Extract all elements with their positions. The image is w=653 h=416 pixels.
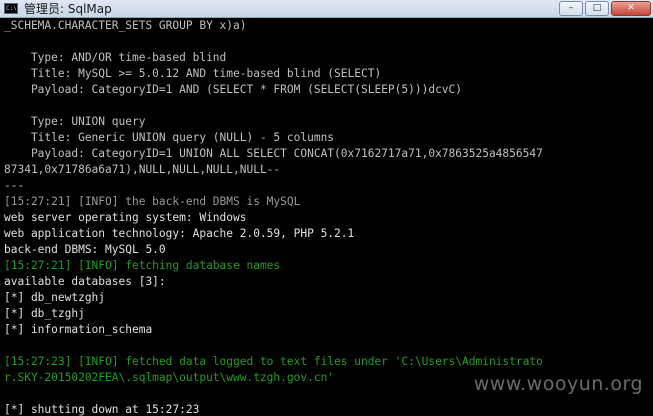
console-line: [*] db_newtzghj [4, 291, 106, 304]
window-controls: – □ ✕ [557, 1, 651, 16]
console-window: C:\ 管理员: SqlMap – □ ✕ _SCHEMA.CHARACTER_… [0, 0, 653, 416]
console-line: web server operating system: Windows [4, 211, 247, 224]
maximize-button[interactable]: □ [585, 1, 609, 16]
window-title: 管理员: SqlMap [24, 2, 112, 16]
console-line: Title: Generic UNION query (NULL) - 5 co… [4, 131, 335, 144]
close-button[interactable]: ✕ [611, 1, 651, 16]
minimize-button[interactable]: – [559, 1, 583, 16]
console-line: Type: AND/OR time-based blind [4, 51, 227, 64]
console-line: --- [4, 179, 25, 192]
console-output[interactable]: _SCHEMA.CHARACTER_SETS GROUP BY x)a) Typ… [4, 18, 649, 416]
console-line: Payload: CategoryID=1 AND (SELECT * FROM… [4, 83, 463, 96]
console-line: [15:27:21] [INFO] fetching database name… [4, 259, 281, 272]
console-line: r.SKY-20150202FEA\.sqlmap\output\www.tzg… [4, 371, 335, 384]
console-line: back-end DBMS: MySQL 5.0 [4, 243, 166, 256]
watermark: www.wooyun.org [473, 373, 643, 395]
title-bar[interactable]: C:\ 管理员: SqlMap – □ ✕ [0, 0, 653, 18]
console-line: web application technology: Apache 2.0.5… [4, 227, 355, 240]
console-line: Type: UNION query [4, 115, 146, 128]
console-line: [15:27:21] [INFO] the back-end DBMS is M… [4, 195, 301, 208]
console-line: [*] information_schema [4, 323, 153, 336]
console-line: _SCHEMA.CHARACTER_SETS GROUP BY x)a) [4, 19, 247, 32]
command-prompt-icon[interactable]: C:\ [4, 3, 18, 14]
console-line: [15:27:23] [INFO] fetched data logged to… [4, 355, 543, 368]
console-line: 87341,0x71786a6a71),NULL,NULL,NULL,NULL-… [4, 163, 281, 176]
console-line: available databases [3]: [4, 275, 166, 288]
console-line: [*] shutting down at 15:27:23 [4, 403, 200, 416]
console-line: [*] db_tzghj [4, 307, 85, 320]
console-line: Payload: CategoryID=1 UNION ALL SELECT C… [4, 147, 543, 160]
console-line: Title: MySQL >= 5.0.12 AND time-based bl… [4, 67, 382, 80]
